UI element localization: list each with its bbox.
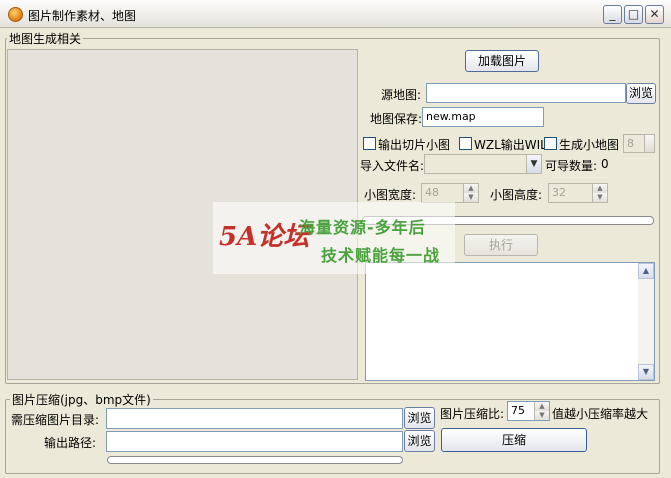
minimap-checkbox-label: 生成小地图 <box>559 138 620 152</box>
maximize-button[interactable]: □ <box>624 5 643 24</box>
spin-up-icon[interactable]: ▲ <box>463 184 478 193</box>
close-button[interactable]: ✕ <box>645 5 664 24</box>
load-image-button[interactable]: 加载图片 <box>465 50 539 72</box>
source-dir-browse-button[interactable]: 浏览 <box>404 407 435 429</box>
importable-count-value: 0 <box>601 157 609 171</box>
map-group-legend: 地图生成相关 <box>7 30 84 47</box>
map-save-input[interactable]: new.map <box>422 107 544 127</box>
minimize-button[interactable]: _ <box>603 5 622 24</box>
log-textarea[interactable]: ▲ ▼ <box>365 262 655 381</box>
spin-down-icon[interactable]: ▼ <box>592 193 607 202</box>
output-path-label: 输出路径: <box>44 436 97 450</box>
forum-watermark: 5A论坛 海量资源-多年后 技术赋能每一战 <box>213 202 455 274</box>
log-scrollbar[interactable]: ▲ ▼ <box>638 263 654 380</box>
scroll-up-icon[interactable]: ▲ <box>638 263 654 279</box>
ratio-spinner[interactable]: 75 ▲ ▼ <box>507 401 550 421</box>
minimize-icon: _ <box>609 7 616 21</box>
source-dir-input[interactable] <box>106 408 403 429</box>
minimap-value: 8 <box>627 137 634 150</box>
minimap-checkbox[interactable] <box>544 137 557 150</box>
maximize-icon: □ <box>627 7 640 21</box>
tiles-checkbox-label: 输出切片小图 <box>378 138 451 152</box>
tile-width-label: 小图宽度: <box>364 188 417 202</box>
tile-height-spinner[interactable]: 32 ▲ ▼ <box>548 183 608 203</box>
spin-down-icon[interactable]: ▼ <box>534 411 549 420</box>
watermark-line-1: 海量资源-多年后 <box>299 218 426 237</box>
tile-width-value: 48 <box>425 186 439 199</box>
close-icon: ✕ <box>649 7 660 21</box>
execute-button[interactable]: 执行 <box>464 234 538 256</box>
ratio-value: 75 <box>511 404 525 417</box>
source-dir-label: 需压缩图片目录: <box>11 413 100 427</box>
compress-button[interactable]: 压缩 <box>441 428 587 452</box>
minimap-spin-icon[interactable] <box>644 135 654 152</box>
app-icon <box>8 7 23 22</box>
wzl-checkbox[interactable] <box>459 137 472 150</box>
tiles-checkbox[interactable] <box>363 137 376 150</box>
compress-group-legend: 图片压缩(jpg、bmp文件) <box>10 391 153 408</box>
tile-height-label: 小图高度: <box>490 188 543 202</box>
ratio-label: 图片压缩比: <box>440 407 505 421</box>
source-map-input[interactable] <box>426 83 626 103</box>
watermark-line-2: 技术赋能每一战 <box>321 246 441 265</box>
watermark-logo: 5A论坛 <box>219 222 310 252</box>
source-map-label: 源地图: <box>381 88 422 102</box>
spin-up-icon[interactable]: ▲ <box>592 184 607 193</box>
import-filename-label: 导入文件名: <box>360 159 425 173</box>
minimap-spinner[interactable]: 8 <box>623 134 655 153</box>
wzl-checkbox-label: WZL输出WIL <box>474 138 547 152</box>
import-filename-select[interactable] <box>424 154 542 174</box>
tile-height-value: 32 <box>552 186 566 199</box>
source-map-browse-button[interactable]: 浏览 <box>626 83 656 104</box>
importable-count-label: 可导数量: <box>545 159 598 173</box>
ratio-hint: 值越小压缩率越大 <box>552 407 649 421</box>
output-path-browse-button[interactable]: 浏览 <box>404 430 435 452</box>
compress-progress-bar <box>107 456 403 464</box>
spin-up-icon[interactable]: ▲ <box>534 402 549 411</box>
dropdown-arrow-icon[interactable]: ▼ <box>526 155 541 173</box>
window-title: 图片制作素材、地图 <box>28 9 137 23</box>
spin-down-icon[interactable]: ▼ <box>463 193 478 202</box>
output-path-input[interactable] <box>106 431 403 452</box>
map-save-label: 地图保存: <box>370 112 423 126</box>
tile-width-spinner[interactable]: 48 ▲ ▼ <box>421 183 479 203</box>
scroll-down-icon[interactable]: ▼ <box>638 364 654 380</box>
